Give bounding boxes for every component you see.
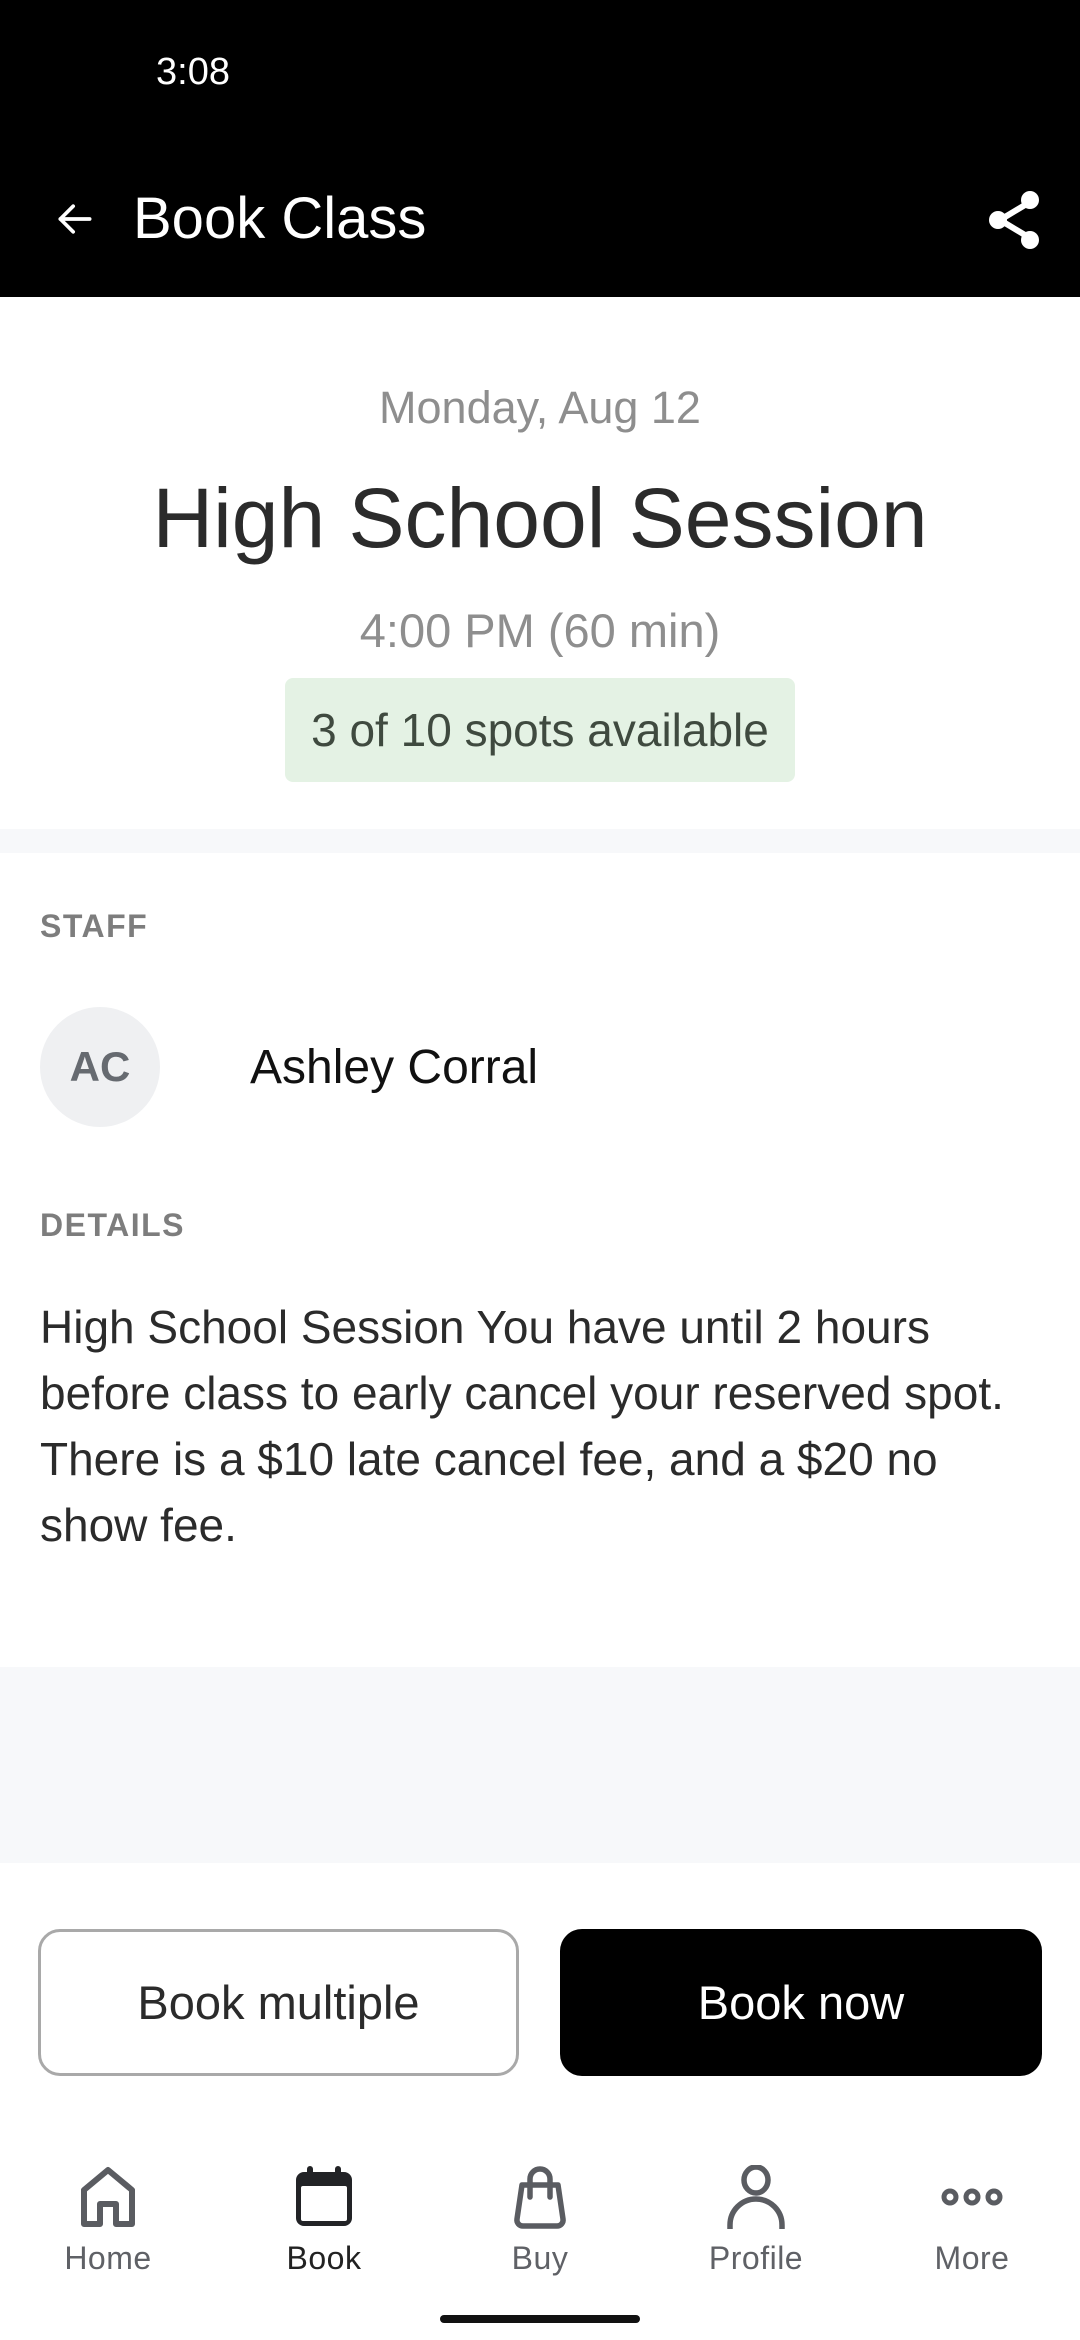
nav-label-home: Home [64,2240,152,2276]
staff-item[interactable]: AC Ashley Corral [40,1007,1040,1127]
share-button[interactable] [974,182,1054,262]
nav-label-book: Book [286,2240,362,2276]
home-indicator-bar[interactable] [440,2315,640,2323]
staff-section-label: STAFF [40,908,149,944]
staff-name: Ashley Corral [250,1040,539,1094]
book-class-screen: 3:08 Book Class Monday, Aug 12 High Scho… [0,0,1080,2340]
more-horizontal-icon [939,2164,1005,2230]
class-title: High School Session [152,471,928,565]
book-multiple-label: Book multiple [137,1976,420,2029]
shopping-bag-icon [507,2164,573,2230]
back-button[interactable] [44,190,106,252]
arrow-left-icon [53,197,97,246]
nav-label-profile: Profile [708,2240,804,2276]
section-divider [0,829,1080,853]
nav-item-home[interactable]: Home [0,2140,216,2300]
nav-item-buy[interactable]: Buy [432,2140,648,2300]
home-icon [75,2164,141,2230]
class-date: Monday, Aug 12 [379,382,701,433]
spots-available-text: 3 of 10 spots available [311,704,769,756]
class-time: 4:00 PM (60 min) [359,604,721,657]
status-bar-time: 3:08 [156,51,230,93]
book-now-button[interactable]: Book now [560,1929,1042,2076]
avatar-initials: AC [69,1043,131,1090]
person-icon [723,2164,789,2230]
book-multiple-button[interactable]: Book multiple [38,1929,519,2076]
nav-item-profile[interactable]: Profile [648,2140,864,2300]
details-section-label: DETAILS [40,1207,186,1243]
nav-label-buy: Buy [511,2240,569,2276]
bottom-navigation: Home Book Buy Profile More [0,2140,1080,2300]
nav-label-more: More [934,2240,1010,2276]
calendar-icon [291,2164,357,2230]
nav-item-more[interactable]: More [864,2140,1080,2300]
spots-available-badge: 3 of 10 spots available [285,678,795,782]
page-title: Book Class [133,186,427,251]
app-bar: 3:08 Book Class [0,0,1080,297]
details-description: High School Session You have until 2 hou… [40,1301,1004,1551]
avatar: AC [40,1007,160,1127]
spacer-band [0,1667,1080,1863]
share-icon [984,188,1044,257]
nav-item-book[interactable]: Book [216,2140,432,2300]
book-now-label: Book now [697,1976,905,2029]
